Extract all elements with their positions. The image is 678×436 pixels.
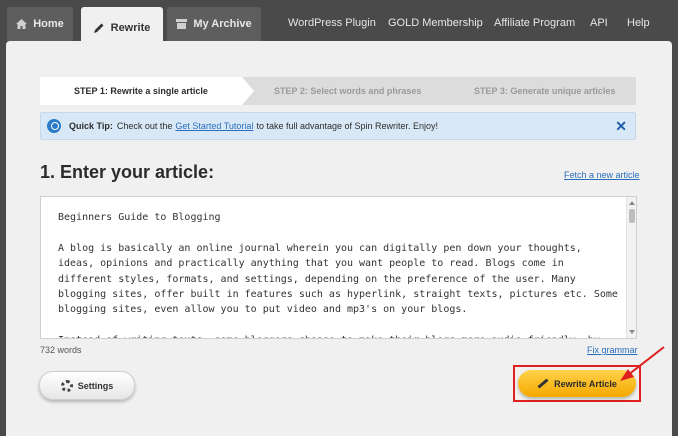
gear-icon [60,379,73,392]
word-count: 732 words [40,345,82,355]
tab-my-archive[interactable]: My Archive [167,7,261,41]
scroll-thumb[interactable] [629,209,635,223]
scrollbar[interactable] [626,197,636,338]
get-started-tutorial-link[interactable]: Get Started Tutorial [175,121,253,131]
nav-link-api[interactable]: API [590,17,608,29]
tab-label: Home [33,18,64,30]
nav-link-wordpress-plugin[interactable]: WordPress Plugin [288,17,376,29]
article-text: Beginners Guide to Blogging A blog is ba… [58,212,618,338]
magic-wand-icon [537,378,549,389]
home-icon [16,19,28,29]
step-progress: STEP 1: Rewrite a single article STEP 2:… [40,77,636,105]
pencil-icon [93,23,105,33]
archive-icon [176,19,188,29]
nav-link-help[interactable]: Help [627,17,650,29]
scroll-down-icon[interactable] [629,330,635,334]
quick-tip-banner: Quick Tip: Check out the Get Started Tut… [40,112,636,140]
tab-home[interactable]: Home [7,7,73,41]
tip-title: Quick Tip: [69,121,113,131]
lightbulb-icon [47,119,61,133]
settings-label: Settings [77,380,114,391]
tip-text-before: Check out the [116,121,173,131]
settings-button[interactable]: Settings [39,371,135,400]
rewrite-article-button[interactable]: Rewrite Article [518,370,636,397]
step-1[interactable]: STEP 1: Rewrite a single article [40,77,254,105]
highlight-box: Rewrite Article [513,365,641,402]
tab-label: Rewrite [110,21,151,34]
fetch-article-link[interactable]: Fetch a new article [564,170,640,180]
step-3[interactable]: STEP 3: Generate unique articles [474,77,615,105]
scroll-up-icon[interactable] [629,201,635,205]
nav-link-affiliate-program[interactable]: Affiliate Program [494,17,575,29]
tip-text-after: to take full advantage of Spin Rewriter.… [256,121,439,131]
rewrite-label: Rewrite Article [554,378,617,389]
step-2[interactable]: STEP 2: Select words and phrases [274,77,421,105]
close-icon[interactable]: ✕ [615,118,627,135]
article-textarea[interactable]: Beginners Guide to Blogging A blog is ba… [40,196,637,339]
fix-grammar-link[interactable]: Fix grammar [587,345,638,355]
page-title: 1. Enter your article: [40,162,215,182]
nav-link-gold-membership[interactable]: GOLD Membership [388,17,483,29]
tab-label: My Archive [193,18,252,30]
main-panel: STEP 1: Rewrite a single article STEP 2:… [6,41,672,436]
